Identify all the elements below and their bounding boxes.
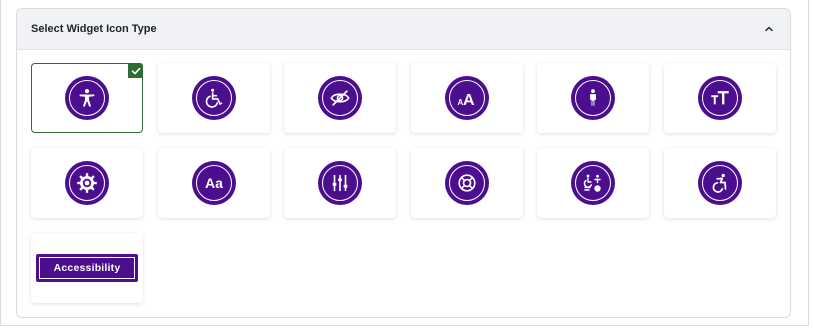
standing-person-icon bbox=[571, 76, 615, 120]
icon-option-standing-person[interactable] bbox=[537, 63, 649, 133]
icon-option-font-size[interactable]: A A bbox=[411, 63, 523, 133]
icon-option-gear[interactable] bbox=[31, 148, 143, 218]
sliders-icon bbox=[318, 161, 362, 205]
panel-header[interactable]: Select Widget Icon Type bbox=[17, 9, 790, 50]
typography-icon: Aa bbox=[192, 161, 236, 205]
chevron-up-icon[interactable] bbox=[762, 22, 776, 36]
font-size-icon: A A bbox=[445, 76, 489, 120]
icon-option-wheelchair[interactable] bbox=[158, 63, 270, 133]
accessibility-person-icon bbox=[65, 76, 109, 120]
checkmark-icon bbox=[128, 63, 143, 78]
icon-option-eye-slash[interactable] bbox=[284, 63, 396, 133]
accessibility-text-badge: Accessibility bbox=[35, 254, 139, 282]
icon-option-accessibility-symbols[interactable] bbox=[537, 148, 649, 218]
icon-option-lifebuoy[interactable] bbox=[411, 148, 523, 218]
wheelchair-icon bbox=[192, 76, 236, 120]
icon-option-text-size[interactable] bbox=[664, 63, 776, 133]
active-wheelchair-icon bbox=[698, 161, 742, 205]
icon-option-active-wheelchair[interactable] bbox=[664, 148, 776, 218]
accessibility-symbols-icon bbox=[571, 161, 615, 205]
eye-slash-icon bbox=[318, 76, 362, 120]
icon-option-accessibility-text[interactable]: Accessibility bbox=[31, 233, 143, 303]
svg-text:A: A bbox=[463, 92, 475, 109]
accessibility-badge-label: Accessibility bbox=[38, 257, 136, 279]
panel-title: Select Widget Icon Type bbox=[31, 23, 157, 35]
icon-option-accessibility-person[interactable] bbox=[31, 63, 143, 133]
lifebuoy-icon bbox=[445, 161, 489, 205]
text-size-icon bbox=[698, 76, 742, 120]
icon-option-typography[interactable]: Aa bbox=[158, 148, 270, 218]
icon-option-sliders[interactable] bbox=[284, 148, 396, 218]
typography-icon-text: Aa bbox=[205, 175, 223, 191]
gear-icon bbox=[65, 161, 109, 205]
